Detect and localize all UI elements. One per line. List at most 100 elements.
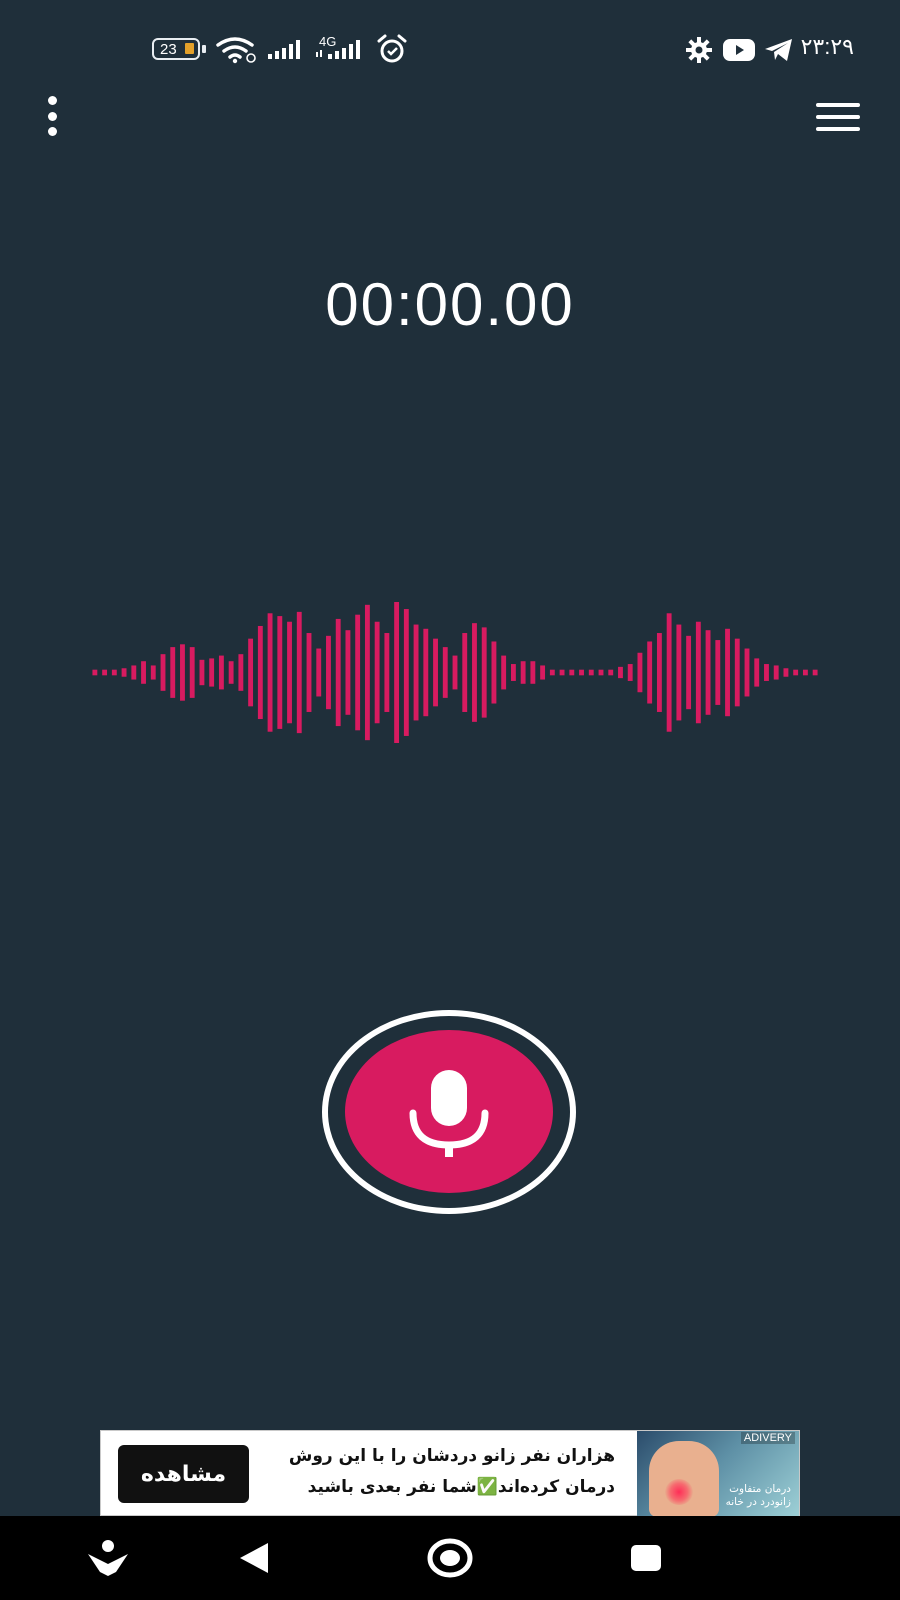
waveform-bar (520, 661, 526, 684)
waveform-bar (734, 638, 740, 707)
waveform-bar (228, 661, 234, 684)
waveform-bar (783, 668, 789, 677)
back-icon[interactable] (226, 1534, 282, 1582)
ad-text-line2: درمان کرده‌اند✅شما نفر بعدی باشید (307, 1477, 615, 1497)
telegram-icon (765, 39, 792, 61)
waveform-bar (588, 669, 594, 676)
ad-brand-label: ADIVERY (740, 1432, 795, 1444)
waveform-bar (540, 665, 546, 680)
waveform-bar (530, 661, 536, 684)
alarm-icon (377, 34, 407, 63)
waveform-bar (111, 669, 117, 676)
recents-icon[interactable] (618, 1534, 674, 1582)
waveform-bar (267, 613, 273, 732)
waveform-bar (647, 641, 653, 704)
waveform-bar (793, 669, 799, 676)
waveform-bar (569, 669, 575, 676)
ad-text-line1: هزاران نفر زانو دردشان را با این روش (288, 1446, 615, 1466)
record-button[interactable] (345, 1030, 553, 1193)
waveform-bar (559, 669, 565, 676)
waveform-bar (618, 666, 623, 679)
waveform-bar (248, 638, 254, 707)
home-icon[interactable] (422, 1534, 478, 1582)
battery-icon: 23 (152, 38, 206, 60)
more-vertical-icon[interactable] (40, 96, 64, 136)
waveform-bar (199, 659, 205, 686)
waveform-bar (102, 669, 108, 676)
waveform-bar (160, 654, 166, 691)
waveform-bar (715, 640, 721, 705)
waveform-bar (257, 625, 263, 720)
waveform-bar (442, 647, 448, 698)
waveform-bar (472, 623, 477, 722)
waveform-bar (374, 621, 380, 724)
waveform-bar (92, 669, 98, 676)
waveform-bar (608, 669, 614, 676)
ad-image[interactable]: ADIVERY درمان متفاوت زانودرد در خانه (637, 1431, 799, 1517)
waveform-bar (150, 665, 156, 680)
waveform-bar (131, 665, 137, 680)
waveform-bar (686, 635, 692, 710)
youtube-icon (723, 39, 755, 61)
ad-image-caption: درمان متفاوت زانودرد در خانه (725, 1483, 791, 1508)
assistant-icon[interactable] (80, 1534, 136, 1582)
waveform-bar (423, 628, 429, 717)
waveform-bar (812, 669, 818, 676)
ad-banner[interactable]: مشاهده هزاران نفر زانو دردشان را با این … (100, 1430, 800, 1517)
waveform-bar (326, 635, 331, 710)
waveform-bar (170, 647, 176, 698)
audio-waveform (92, 602, 818, 743)
waveform-bar (180, 644, 185, 701)
waveform-bar (656, 633, 662, 712)
battery-level: 23 (160, 40, 177, 58)
waveform-bar (296, 611, 302, 734)
waveform-bar (579, 669, 584, 676)
waveform-bar (306, 633, 312, 712)
waveform-bar (355, 614, 361, 731)
waveform-bar (277, 616, 283, 729)
waveform-bar (189, 647, 195, 698)
ad-view-button[interactable]: مشاهده (118, 1445, 249, 1503)
waveform-bar (218, 655, 224, 690)
waveform-bar (345, 630, 351, 715)
waveform-bar (501, 655, 507, 690)
recording-timer: 00:00.00 (325, 271, 575, 338)
waveform-bar (754, 658, 760, 687)
waveform-bar (695, 621, 701, 724)
hamburger-menu-icon[interactable] (816, 103, 860, 131)
ad-text: هزاران نفر زانو دردشان را با این روش درم… (275, 1441, 615, 1503)
waveform-bar (238, 654, 244, 691)
waveform-bar (364, 604, 370, 741)
waveform-bar (510, 664, 516, 681)
waveform-bar (209, 658, 215, 687)
wifi-icon (216, 37, 256, 64)
waveform-bar (802, 669, 808, 676)
waveform-bar (725, 628, 730, 717)
waveform-bar (287, 621, 292, 724)
waveform-bar (413, 624, 419, 721)
status-bar: 23 4G ۲۳:۲۹ (0, 0, 900, 100)
waveform-bar (666, 613, 672, 732)
waveform-bar (433, 638, 438, 707)
waveform-bar (637, 652, 643, 693)
waveform-bar (121, 668, 127, 677)
waveform-bar (744, 648, 750, 697)
waveform-bar (627, 664, 633, 681)
waveform-bar (335, 618, 341, 727)
waveform-bar (384, 633, 390, 712)
waveform-bar (764, 664, 769, 681)
waveform-bar (462, 633, 468, 712)
waveform-bar (491, 641, 497, 704)
waveform-bar (676, 624, 682, 721)
waveform-bar (705, 630, 711, 715)
waveform-bar (773, 665, 779, 680)
waveform-bar (316, 648, 322, 697)
system-nav-bar (0, 1516, 900, 1600)
settings-icon (686, 37, 712, 63)
waveform-bar (452, 655, 458, 690)
waveform-bar (598, 669, 604, 676)
waveform-bar (403, 609, 409, 736)
waveform-bar (394, 602, 400, 743)
waveform-bar (549, 669, 555, 676)
waveform-bar (141, 661, 146, 684)
